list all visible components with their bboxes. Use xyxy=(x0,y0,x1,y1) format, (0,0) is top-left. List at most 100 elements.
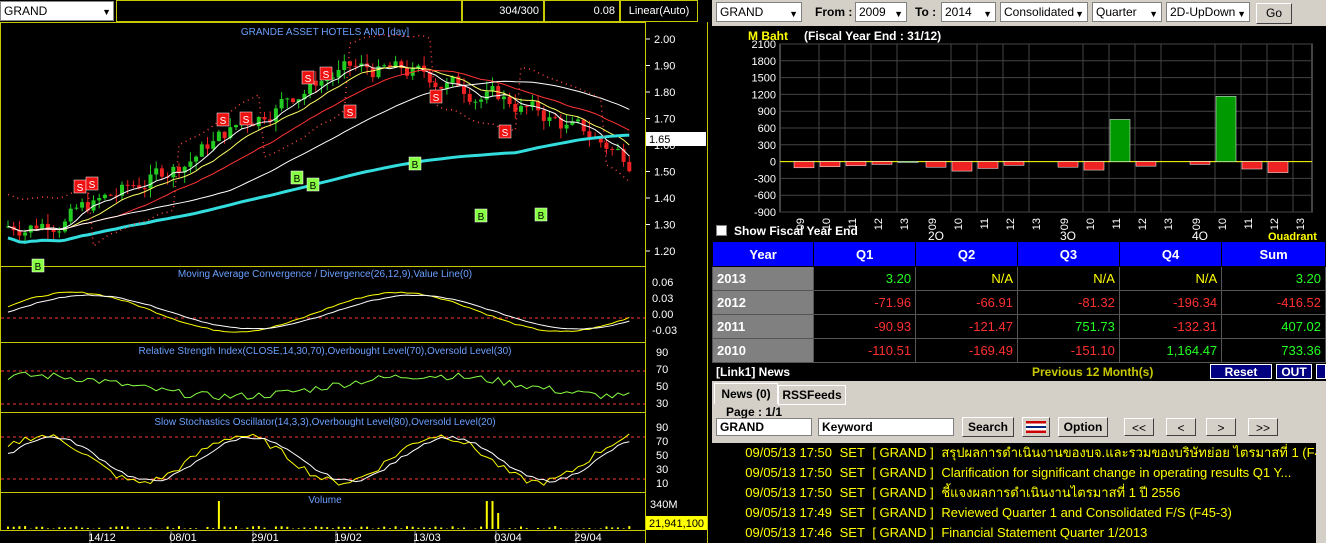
x-tick-label: 12 xyxy=(1137,218,1149,230)
candle-body xyxy=(610,148,615,150)
candle-body xyxy=(576,119,580,122)
col-sum: Sum xyxy=(1221,241,1326,267)
y-tick-label: 900 xyxy=(758,106,776,118)
candle-body xyxy=(97,198,102,201)
buy-signal-label: B xyxy=(478,212,485,223)
chevron-down-icon: ▼ xyxy=(789,9,798,19)
candle-body xyxy=(51,229,56,232)
first-page-button[interactable]: << xyxy=(1124,418,1154,436)
candle-body xyxy=(484,91,489,100)
price-tick-label: 1.20 xyxy=(654,246,675,258)
y-tick-label: 1500 xyxy=(752,73,776,85)
candle-body xyxy=(313,80,318,86)
candle-body xyxy=(211,141,216,149)
view-select[interactable]: 2D-UpDown ▼ xyxy=(1166,2,1250,22)
chevron-down-icon: ▼ xyxy=(1149,9,1158,19)
counter-cell: 304/300 xyxy=(462,0,544,22)
candle-body xyxy=(194,156,199,162)
table-row[interactable]: 2012 -71.96 -66.91 -81.32 -196.34 -416.5… xyxy=(711,290,1326,315)
table-row[interactable]: 2013 3.20 N/A N/A N/A 3.20 xyxy=(711,266,1326,291)
candle-body xyxy=(125,184,130,186)
list-item[interactable]: 09/05/13 17:50 SET [ GRAND ] สรุปผลการดำ… xyxy=(712,443,1316,463)
bar xyxy=(1189,161,1211,165)
candle-body xyxy=(177,166,181,173)
tab-rssfeeds[interactable]: RSSFeeds xyxy=(778,385,846,405)
last-page-button[interactable]: >> xyxy=(1248,418,1278,436)
col-year: Year xyxy=(711,241,815,267)
fund-symbol-select[interactable]: GRAND ▼ xyxy=(716,2,802,22)
candle-body xyxy=(285,98,290,100)
candle-body xyxy=(68,208,73,222)
sell-signal-label: S xyxy=(243,115,250,126)
stoch-tick-label: 70 xyxy=(656,436,668,448)
bar xyxy=(1109,119,1131,162)
stoch-title: Slow Stochastics Oscillator(14,3,3),Over… xyxy=(154,417,495,428)
prev-page-button[interactable]: < xyxy=(1166,418,1196,436)
price-chart-panel: GRAND ▼ 304/300 0.08 Linear(Auto) GRANDE… xyxy=(0,0,708,543)
table-row[interactable]: 2010 -110.51 -169.49 -151.10 1,164.47 73… xyxy=(711,338,1326,363)
bar xyxy=(819,161,841,167)
buy-signal-label: B xyxy=(294,174,301,185)
symbol-combo[interactable]: GRAND ▼ xyxy=(0,1,114,21)
reset-button[interactable]: Reset xyxy=(1210,364,1272,379)
news-symbol-input[interactable]: GRAND xyxy=(716,418,812,436)
option-button[interactable]: Option xyxy=(1058,417,1108,437)
candle-body xyxy=(598,138,603,143)
chart-toolbar: GRAND ▼ 304/300 0.08 Linear(Auto) xyxy=(0,0,708,22)
news-header: [Link1] News xyxy=(716,365,791,379)
macd-line xyxy=(7,291,630,333)
y-tick-label: 1200 xyxy=(752,89,776,101)
list-item[interactable]: 09/05/13 17:50 SET [ GRAND ] Clarificati… xyxy=(712,463,1316,483)
out-button[interactable]: OUT xyxy=(1276,364,1312,379)
from-year-select[interactable]: 2009 ▼ xyxy=(855,2,907,22)
candle-body xyxy=(513,104,518,112)
oscillator-series xyxy=(1,291,645,529)
candle-body xyxy=(23,232,28,236)
bar xyxy=(1003,161,1025,166)
price-tick-label: 1.40 xyxy=(654,193,675,205)
scale-selector[interactable]: Linear(Auto) xyxy=(620,0,698,22)
main-chart-title: GRANDE ASSET HOTELS AND [day] xyxy=(241,27,409,38)
candle-body xyxy=(547,117,552,121)
x-tick-label: 11 xyxy=(1111,218,1123,229)
candle-body xyxy=(405,68,409,76)
y-tick-label: 600 xyxy=(758,123,776,135)
list-item[interactable]: 09/05/13 17:50 SET [ GRAND ] ชี้แจงผลการ… xyxy=(712,483,1316,503)
rsi-title: Relative Strength Index(CLOSE,14,30,70),… xyxy=(139,346,512,357)
x-tick-label: 12 xyxy=(873,218,885,230)
chevron-down-icon: ▼ xyxy=(1237,9,1246,19)
candle-body xyxy=(40,223,45,229)
step-cell: 0.08 xyxy=(544,0,620,22)
macd-tick-label: 0.00 xyxy=(652,309,673,321)
checkbox[interactable] xyxy=(716,225,727,236)
news-scrollbar[interactable] xyxy=(1316,443,1326,543)
price-series: S SSS SSSSSBBBBB B xyxy=(6,34,632,273)
date-label: 08/01 xyxy=(169,532,197,543)
previous-months-link[interactable]: Previous 12 Month(s) xyxy=(1032,365,1153,379)
bar xyxy=(925,161,947,168)
quarter-label: 4Q xyxy=(1192,229,1208,240)
period-select[interactable]: Quarter ▼ xyxy=(1092,2,1162,22)
page-indicator: Page : 1/1 xyxy=(726,405,783,419)
candle-body xyxy=(199,144,204,157)
next-page-button[interactable]: > xyxy=(1206,418,1236,436)
table-row[interactable]: 2011 -90.93 -121.47 751.73 -132.31 407.0… xyxy=(711,314,1326,339)
y-tick-label: -300 xyxy=(754,173,776,185)
list-item[interactable]: 09/05/13 17:49 SET [ GRAND ] Reviewed Qu… xyxy=(712,503,1316,523)
tab-news[interactable]: News (0) xyxy=(714,383,778,404)
close-icon[interactable] xyxy=(1316,364,1326,379)
candle-body xyxy=(80,202,85,208)
to-year-select[interactable]: 2014 ▼ xyxy=(941,2,996,22)
candle-body xyxy=(148,174,153,189)
x-tick-label: 13 xyxy=(899,218,911,230)
keyword-input[interactable]: Keyword xyxy=(818,418,954,436)
search-button[interactable]: Search xyxy=(962,417,1014,437)
date-label: 03/04 xyxy=(494,532,522,543)
candle-body xyxy=(57,231,62,233)
language-flag-button[interactable] xyxy=(1022,417,1050,437)
rsi-line xyxy=(7,371,630,401)
go-button[interactable]: Go xyxy=(1256,3,1292,24)
list-item[interactable]: 09/05/13 17:46 SET [ GRAND ] Financial S… xyxy=(712,523,1316,543)
bar xyxy=(951,161,973,172)
mode-select[interactable]: Consolidated ▼ xyxy=(1000,2,1088,22)
